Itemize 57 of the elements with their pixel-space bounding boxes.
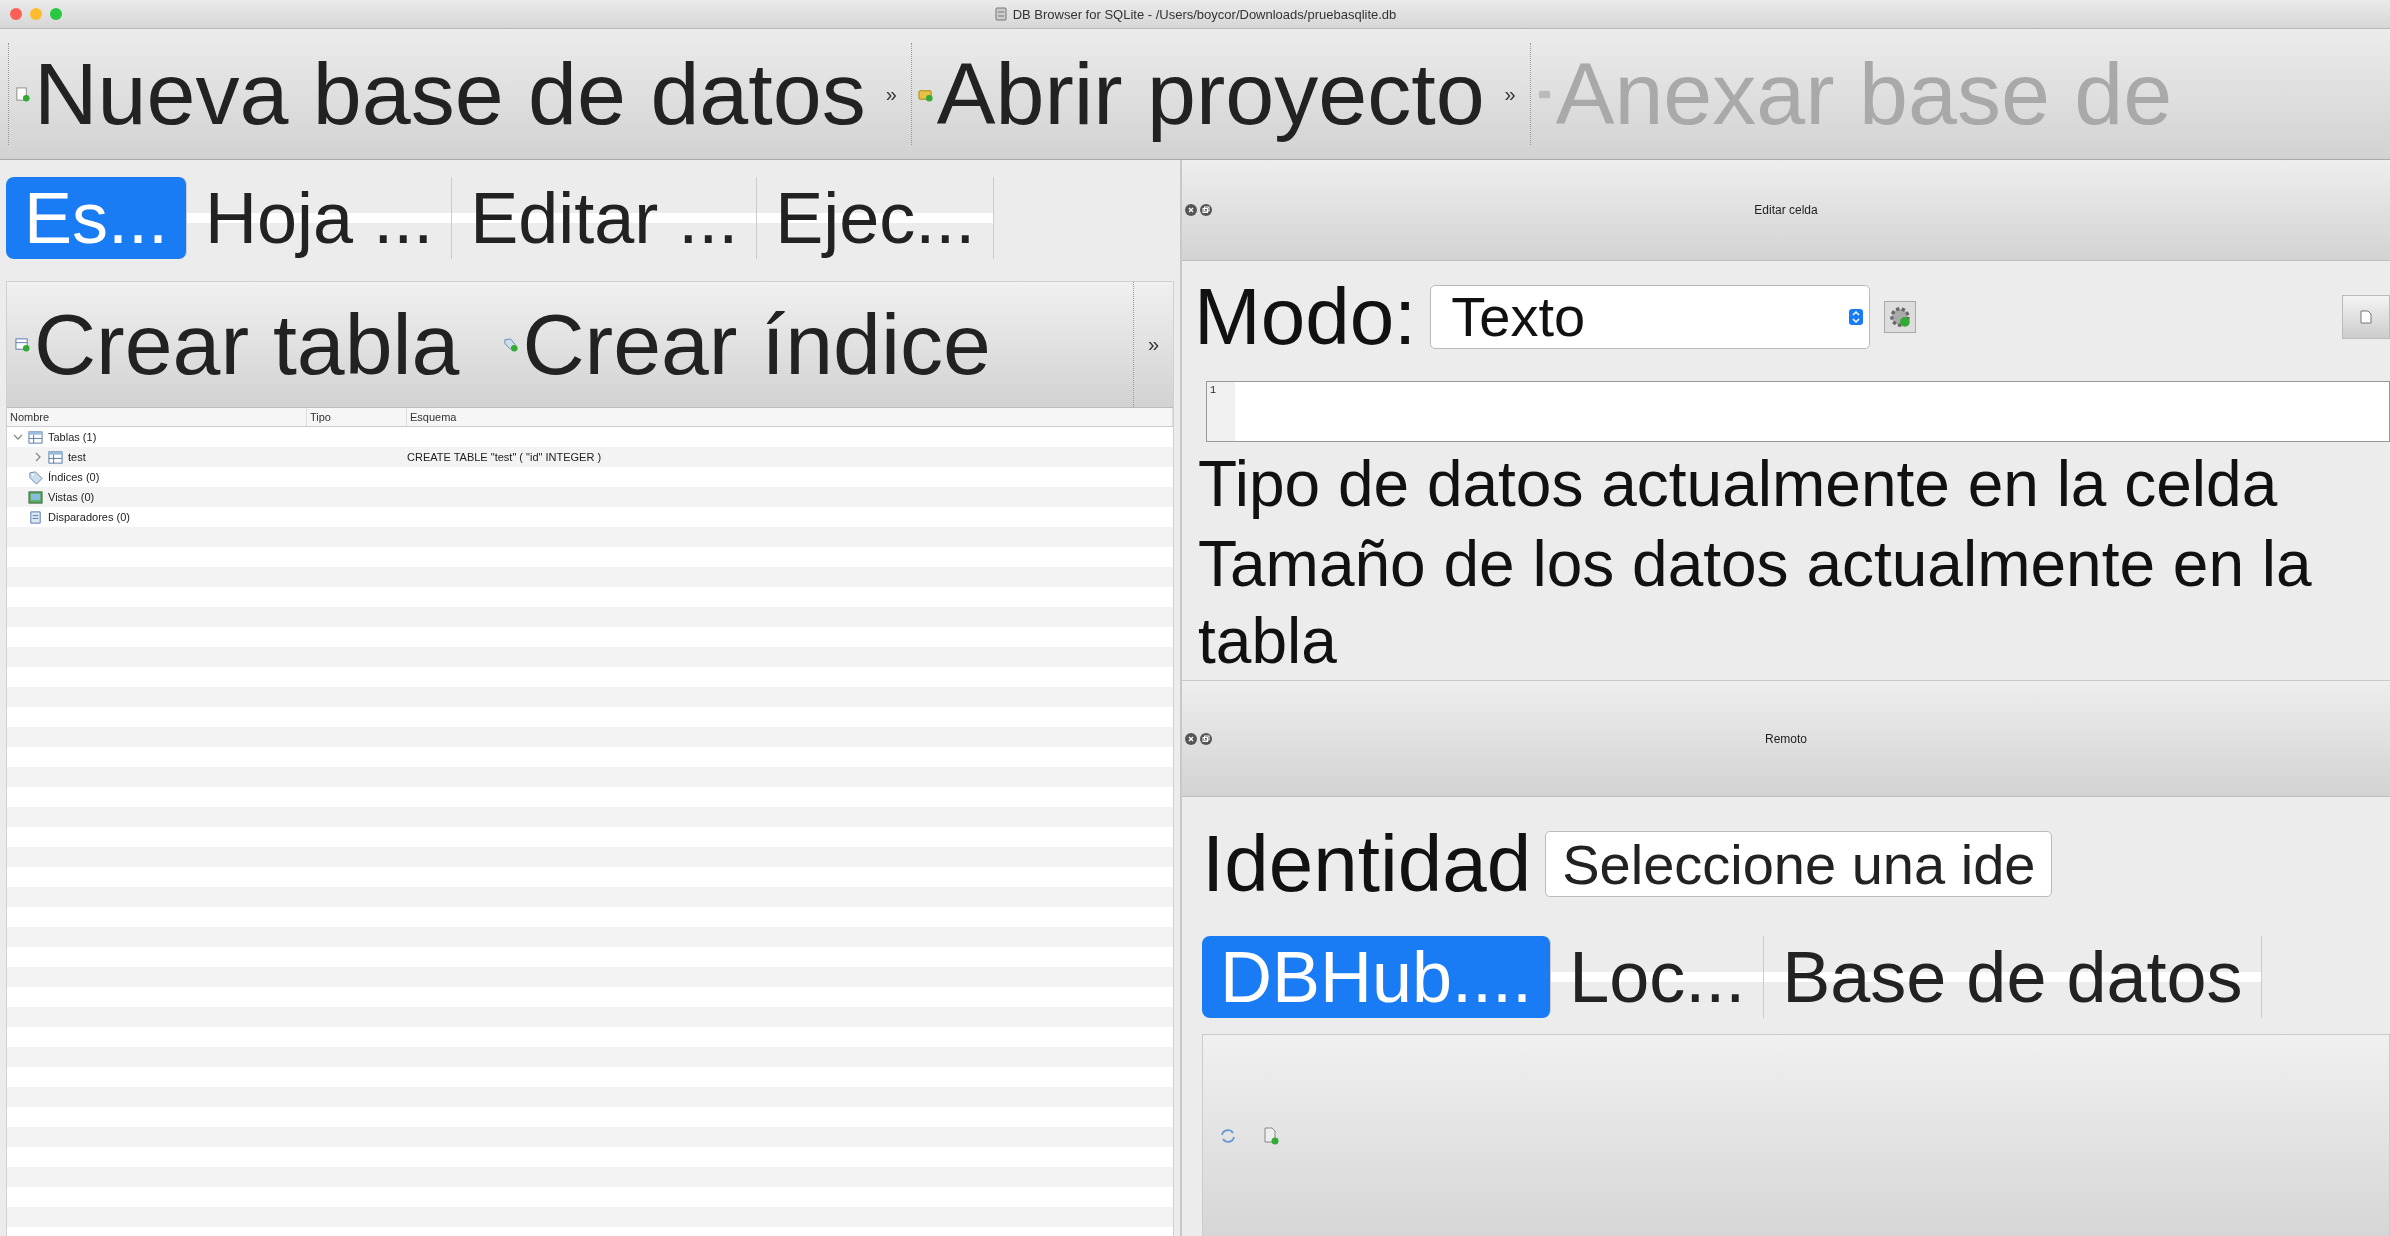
schema-text: CREATE TABLE "test" ( "id" INTEGER ) xyxy=(407,451,602,463)
chevron-right-icon[interactable] xyxy=(33,452,43,462)
table-icon xyxy=(28,429,43,445)
table-icon xyxy=(48,449,63,465)
document-button[interactable] xyxy=(2342,294,2390,339)
table-plus-icon xyxy=(15,337,30,352)
tag-plus-icon xyxy=(503,337,519,352)
gear-icon[interactable] xyxy=(1884,300,1917,333)
overflow-chevron[interactable]: » xyxy=(1132,282,1173,407)
tab[interactable]: Loc... xyxy=(1551,935,1765,1018)
toolbar-button[interactable]: Abrir proyecto xyxy=(910,43,1491,145)
tree-item[interactable]: test xyxy=(68,451,86,463)
close-button[interactable] xyxy=(10,8,22,20)
refresh-icon[interactable] xyxy=(1219,1126,1237,1145)
identity-label: Identidad xyxy=(1202,818,1532,910)
dock-title: Remoto xyxy=(1765,731,1807,746)
data-type-text: Tipo de datos actualmente en la celda xyxy=(1197,446,2279,522)
up-down-icon[interactable] xyxy=(1849,308,1864,325)
tag-icon xyxy=(28,469,43,485)
database-icon xyxy=(993,7,1008,21)
close-icon[interactable] xyxy=(1185,203,1197,216)
document-plus-icon[interactable] xyxy=(1263,1126,1279,1145)
tree-item[interactable]: Disparadores (0) xyxy=(48,511,130,523)
picture-icon xyxy=(28,489,43,505)
toolbar-button[interactable]: Crear índice xyxy=(499,295,1031,394)
document-icon xyxy=(2360,309,2372,324)
float-icon[interactable] xyxy=(1200,732,1212,745)
float-icon[interactable] xyxy=(1200,203,1212,216)
tab[interactable]: DBHub.... xyxy=(1202,935,1552,1018)
text-editor[interactable]: 1 xyxy=(1206,380,2390,442)
column-header[interactable]: Tipo xyxy=(307,408,407,426)
chevron-down-icon[interactable] xyxy=(13,432,23,442)
tab[interactable]: Editar ... xyxy=(452,176,758,259)
zoom-button[interactable] xyxy=(50,8,62,20)
close-icon[interactable] xyxy=(1185,732,1197,745)
column-header[interactable]: Nombre xyxy=(7,408,307,426)
tab[interactable]: Base de datos xyxy=(1764,935,2262,1018)
dock-title: Editar celda xyxy=(1754,202,1818,217)
tree-item[interactable]: Vistas (0) xyxy=(48,491,95,503)
data-size-text: Tamaño de los datos actualmente en la tabla xyxy=(1197,527,2313,680)
tree-item[interactable]: Tablas (1) xyxy=(48,431,97,443)
tab[interactable]: Es... xyxy=(6,176,188,259)
window-title: DB Browser for SQLite - /Users/boycor/Downloads/pruebasqlite.db xyxy=(1012,6,1397,22)
tree-item[interactable]: Índices (0) xyxy=(48,471,100,483)
mode-label: Modo: xyxy=(1194,270,1417,363)
toolbar-button[interactable]: Nueva base de datos xyxy=(8,43,872,145)
overflow-chevron[interactable]: » xyxy=(1490,82,1530,106)
line-number: 1 xyxy=(1210,384,1217,396)
mode-dropdown[interactable]: Texto xyxy=(1430,284,1871,349)
toolbar-button[interactable]: Crear tabla xyxy=(11,295,500,394)
tab[interactable]: Hoja ... xyxy=(187,176,453,259)
tab[interactable]: Ejec... xyxy=(757,176,995,259)
document-plus-icon xyxy=(15,86,30,102)
column-header[interactable]: Esquema xyxy=(407,408,1173,426)
overflow-chevron[interactable]: » xyxy=(871,82,911,106)
scroll-icon xyxy=(28,509,43,525)
identity-dropdown[interactable]: Seleccione una ide xyxy=(1545,831,2053,897)
